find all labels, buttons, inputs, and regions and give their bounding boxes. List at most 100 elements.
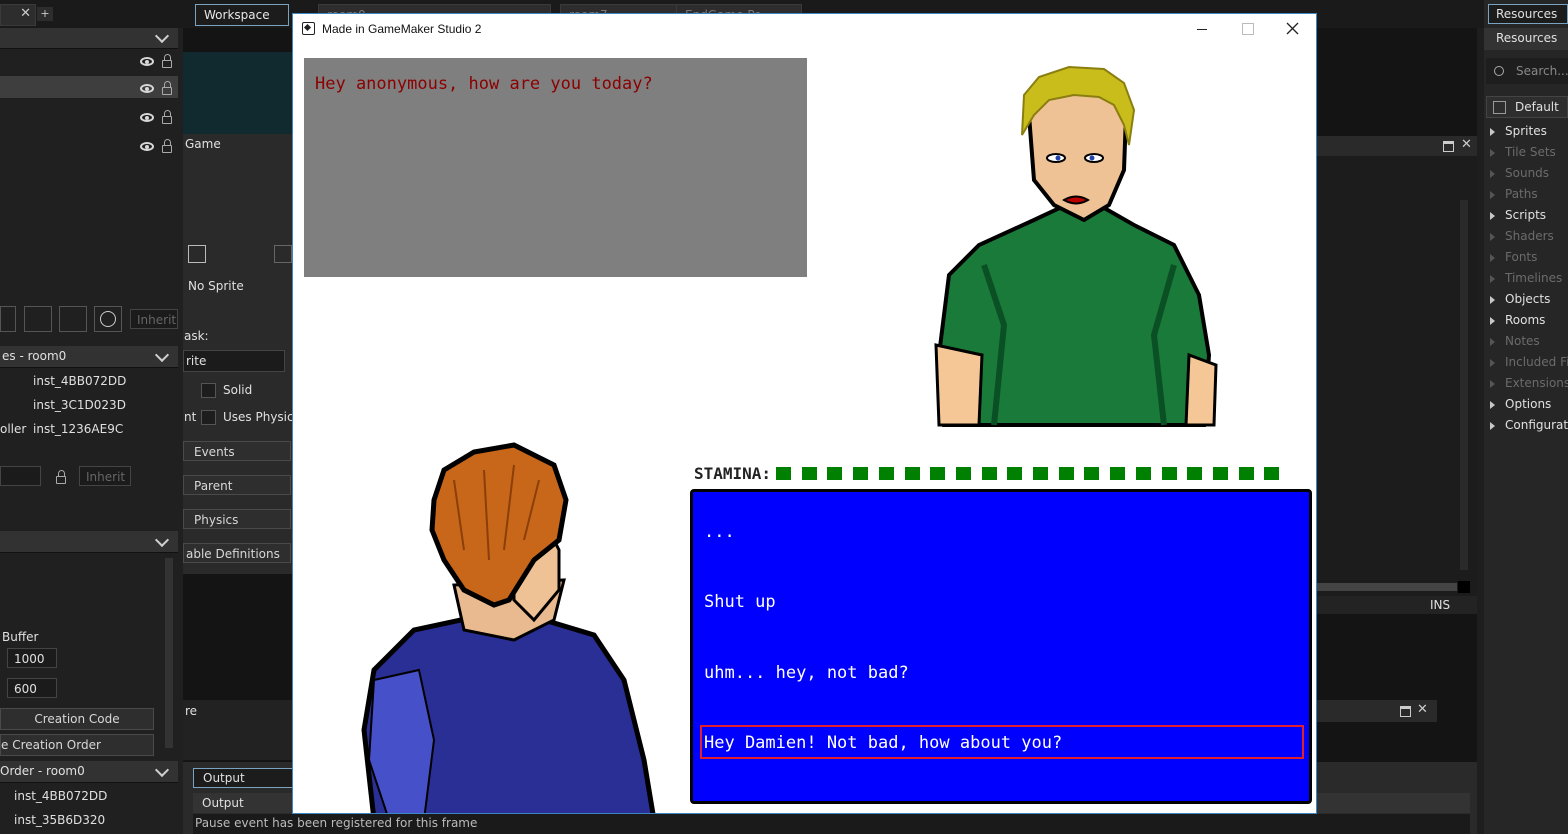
new-sprite-icon[interactable] xyxy=(188,245,206,263)
scrollbar[interactable] xyxy=(1460,200,1468,570)
resource-item[interactable]: Fonts xyxy=(1490,250,1537,264)
lock-icon[interactable] xyxy=(162,54,172,68)
chevron-right-icon[interactable] xyxy=(1490,295,1495,304)
resource-item[interactable]: Scripts xyxy=(1490,208,1546,222)
resource-item[interactable]: Options xyxy=(1490,397,1551,411)
list-item[interactable]: inst_3C1D023D xyxy=(33,398,126,412)
lock-icon[interactable] xyxy=(162,139,172,153)
sprite-value[interactable]: No Sprite xyxy=(188,279,244,293)
choice-option[interactable]: Shut up xyxy=(704,592,776,612)
close-icon[interactable]: ✕ xyxy=(20,6,31,21)
chevron-right-icon[interactable] xyxy=(1490,232,1495,241)
layers-header[interactable] xyxy=(0,28,178,49)
scrollbar-h[interactable] xyxy=(1317,583,1457,591)
add-tab-button[interactable]: + xyxy=(37,7,53,21)
close-icon[interactable]: ✕ xyxy=(1461,137,1472,152)
creation-code-button[interactable]: Creation Code xyxy=(0,708,154,730)
choice-option[interactable]: ... xyxy=(704,522,735,542)
instances-header[interactable]: es - room0 xyxy=(0,346,178,368)
resource-item[interactable]: Timelines xyxy=(1490,271,1562,285)
buffer-label: Buffer xyxy=(2,630,39,644)
resource-item[interactable]: Notes xyxy=(1490,334,1540,348)
output-tab[interactable]: Output xyxy=(193,768,293,788)
height-field[interactable]: 600 xyxy=(7,678,57,698)
inherit-button-2[interactable]: Inherit xyxy=(79,466,131,486)
width-field[interactable]: 1000 xyxy=(7,648,57,668)
creation-order-button[interactable]: e Creation Order xyxy=(0,734,154,756)
tab-resources[interactable]: Resources xyxy=(1488,4,1568,24)
chevron-right-icon[interactable] xyxy=(1490,337,1495,346)
chevron-right-icon[interactable] xyxy=(1490,379,1495,388)
chevron-right-icon[interactable] xyxy=(1490,148,1495,157)
chevron-right-icon[interactable] xyxy=(1490,253,1495,262)
minimize-button[interactable] xyxy=(1180,14,1225,44)
add-layer-icon[interactable] xyxy=(24,306,52,332)
lock-icon[interactable] xyxy=(162,81,172,95)
resource-item[interactable]: Extensions xyxy=(1490,376,1568,390)
eye-icon[interactable] xyxy=(140,142,154,151)
npc-character xyxy=(934,65,1218,427)
chevron-right-icon[interactable] xyxy=(1490,274,1495,283)
scrollbar[interactable] xyxy=(165,558,173,748)
resource-item-label: Included Fil xyxy=(1505,355,1568,369)
physics-button[interactable]: Physics xyxy=(183,509,291,529)
list-item[interactable]: inst_4BB072DD xyxy=(33,374,126,388)
add-folder-icon[interactable] xyxy=(59,306,87,332)
chevron-right-icon[interactable] xyxy=(1490,169,1495,178)
chevron-right-icon[interactable] xyxy=(1490,421,1495,430)
eye-icon[interactable] xyxy=(140,84,154,93)
list-item[interactable]: inst_1236AE9C xyxy=(33,422,123,436)
delete-layer-icon[interactable] xyxy=(94,306,122,332)
resource-item[interactable]: Sounds xyxy=(1490,166,1549,180)
chevron-right-icon[interactable] xyxy=(1490,190,1495,199)
filter-select[interactable]: Default xyxy=(1486,96,1568,118)
chevron-right-icon[interactable] xyxy=(1490,316,1495,325)
resource-item[interactable]: Paths xyxy=(1490,187,1538,201)
search-input[interactable]: Search... xyxy=(1486,58,1568,84)
order-header[interactable]: Order - room0 xyxy=(0,761,178,783)
resource-item[interactable]: Tile Sets xyxy=(1490,145,1556,159)
maximize-icon[interactable] xyxy=(1400,706,1411,717)
resource-item-label: Sounds xyxy=(1505,166,1550,180)
events-button[interactable]: Events xyxy=(183,441,291,461)
lock-icon[interactable] xyxy=(56,470,66,484)
edit-sprite-icon[interactable] xyxy=(274,245,292,263)
game-window-titlebar[interactable]: Made in GameMaker Studio 2 xyxy=(293,14,1316,45)
chevron-right-icon[interactable] xyxy=(1490,211,1495,220)
resource-item[interactable]: Objects xyxy=(1490,292,1550,306)
eye-icon[interactable] xyxy=(140,57,154,66)
resource-item[interactable]: Shaders xyxy=(1490,229,1554,243)
lock-icon[interactable] xyxy=(162,110,172,124)
mask-select[interactable]: rite xyxy=(183,350,285,372)
resource-item[interactable]: Rooms xyxy=(1490,313,1545,327)
maximize-icon[interactable] xyxy=(1443,141,1454,152)
choice-option-selected[interactable]: Hey Damien! Not bad, how about you? xyxy=(704,733,1062,753)
resource-item[interactable]: Sprites xyxy=(1490,124,1547,138)
layer-tool-icon[interactable] xyxy=(0,306,16,332)
layer-name-field[interactable] xyxy=(0,466,41,486)
uses-physics-checkbox[interactable] xyxy=(201,410,216,425)
close-icon[interactable]: ✕ xyxy=(1417,702,1428,717)
resource-item[interactable]: Configuratio xyxy=(1490,418,1568,432)
eye-icon[interactable] xyxy=(140,113,154,122)
tab-workspace-1[interactable]: Workspace 1 xyxy=(195,4,289,42)
list-item[interactable]: inst_4BB072DD xyxy=(14,789,107,803)
stamina-pip xyxy=(1110,467,1126,480)
close-button[interactable] xyxy=(1270,14,1315,44)
list-item[interactable]: inst_35B6D320 xyxy=(14,813,105,827)
properties-header[interactable] xyxy=(0,531,178,553)
solid-checkbox[interactable] xyxy=(201,383,216,398)
resource-item[interactable]: Included Fil xyxy=(1490,355,1568,369)
search-icon xyxy=(1494,66,1504,76)
parent-button[interactable]: Parent xyxy=(183,475,291,495)
maximize-icon xyxy=(1242,23,1254,35)
variable-definitions-button[interactable]: able Definitions xyxy=(183,543,291,563)
chevron-right-icon[interactable] xyxy=(1490,400,1495,409)
maximize-button[interactable] xyxy=(1225,14,1270,44)
uses-physics-prefix: nt xyxy=(184,410,197,424)
chevron-right-icon[interactable] xyxy=(1490,358,1495,367)
chevron-right-icon[interactable] xyxy=(1490,127,1495,136)
choice-option[interactable]: uhm... hey, not bad? xyxy=(704,663,909,683)
inherit-button[interactable]: Inherit xyxy=(130,309,178,329)
left-tab[interactable]: ✕ xyxy=(0,4,36,26)
